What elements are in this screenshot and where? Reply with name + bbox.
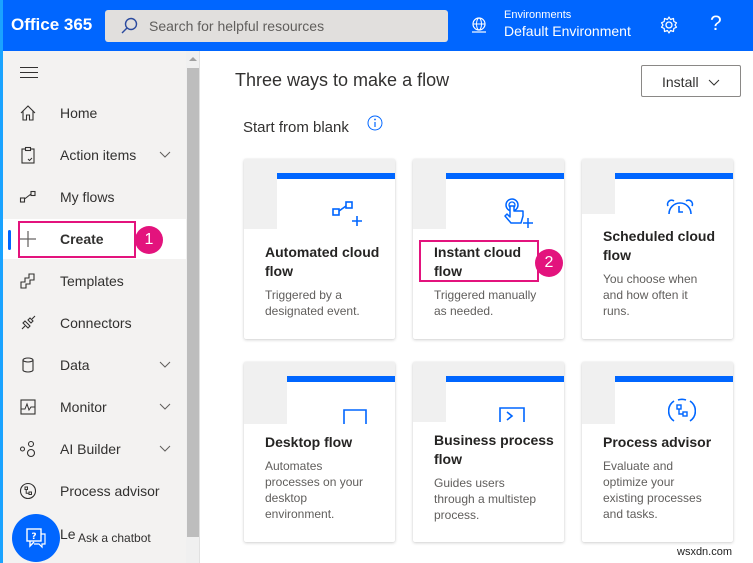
chatbot-label: Ask a chatbot (78, 531, 151, 545)
globe-icon[interactable] (470, 16, 488, 34)
page-title: Three ways to make a flow (235, 70, 450, 90)
sidebar-item-label: Home (60, 105, 98, 121)
sidebar: Home Action items My flows Create Templa… (3, 51, 186, 563)
process-advisor-icon (19, 482, 37, 500)
sidebar-item-my-flows[interactable]: My flows (3, 177, 186, 217)
card-automated-cloud-flow[interactable]: Automated cloud flow Triggered by a design… (244, 159, 395, 339)
sidebar-item-label: AI Builder (60, 441, 121, 457)
step1-badge: 1 (135, 226, 163, 254)
sidebar-item-process-advisor[interactable]: Process advisor (3, 471, 186, 511)
active-indicator (8, 230, 11, 250)
environment-selector[interactable]: Default Environment (504, 23, 631, 39)
sidebar-item-label: Process advisor (60, 483, 160, 499)
chevron-down-icon[interactable] (159, 400, 171, 412)
sidebar-item-label: My flows (60, 189, 115, 205)
flow-icon (19, 190, 36, 203)
sidebar-item-label: Data (60, 357, 90, 373)
card-process-advisor[interactable]: Process advisor Evaluate and optimize you… (582, 362, 733, 542)
card-title: Business process flow (434, 432, 554, 467)
top-bar: Office 365 Search for helpful resources … (0, 0, 753, 563)
chevron-down-icon[interactable] (159, 148, 171, 160)
app: Office 365 Search for helpful resources … (0, 0, 753, 563)
card-description: Evaluate and optimize your existing proces… (603, 459, 702, 521)
sidebar-item-label: Templates (60, 273, 124, 289)
business-process-icon (499, 407, 525, 422)
card-description: Automates processes on your desktop environ… (265, 459, 364, 521)
help-icon[interactable]: ? (710, 12, 722, 36)
sidebar-scrollbar[interactable] (186, 51, 200, 563)
card-description: Guides users through a multistep process. (434, 476, 537, 522)
step2-badge: 2 (535, 249, 563, 277)
info-icon[interactable] (367, 115, 383, 131)
gear-icon[interactable] (659, 15, 679, 35)
card-title: Desktop flow (265, 434, 353, 450)
chatbot-icon: ? (26, 528, 46, 549)
brand-logo[interactable]: Office 365 (11, 15, 92, 35)
card-title: Process advisor (603, 434, 712, 450)
window-edge (0, 0, 3, 563)
monitor-icon (20, 399, 36, 415)
svg-text:?: ? (31, 532, 36, 542)
sidebar-item-monitor[interactable]: Monitor (3, 387, 186, 427)
connector-icon (21, 315, 36, 330)
environment-label: Environments (504, 9, 572, 21)
database-icon (22, 357, 34, 373)
watermark: wsxdn.com (677, 546, 733, 558)
card-business-process-flow[interactable]: Business process flow Guides users through… (413, 362, 564, 542)
chevron-down-icon[interactable] (159, 358, 171, 370)
sidebar-item-label: Connectors (60, 315, 132, 331)
card-description: Triggered manually as needed. (434, 288, 537, 318)
sidebar-item-action-items[interactable]: Action items (3, 135, 186, 175)
alarm-clock-icon (666, 199, 694, 214)
chevron-down-icon[interactable] (159, 442, 171, 454)
chevron-down-icon (708, 79, 720, 86)
sidebar-item-label: Action items (60, 147, 137, 163)
sidebar-item-templates[interactable]: Templates (3, 261, 186, 301)
chatbot-button[interactable]: ? (12, 514, 60, 562)
sidebar-item-label: Monitor (60, 399, 107, 415)
scroll-up-arrow-icon[interactable] (189, 57, 197, 61)
search-box[interactable]: Search for helpful resources (105, 10, 448, 42)
card-title: Automated cloud flow (265, 244, 380, 279)
sidebar-item-data[interactable]: Data (3, 345, 186, 385)
card-desktop-flow[interactable]: Desktop flow Automates processes on your d… (244, 362, 395, 542)
hamburger-menu-icon[interactable] (20, 67, 38, 79)
card-scheduled-cloud-flow[interactable]: Scheduled cloud flow You choose when and h… (582, 159, 733, 339)
card-description: You choose when and how often it runs. (603, 272, 698, 318)
sidebar-item-home[interactable]: Home (3, 93, 186, 133)
scrollbar-thumb[interactable] (187, 68, 199, 537)
automated-flow-icon (332, 201, 362, 226)
section-title: Start from blank (243, 119, 349, 136)
install-button-label: Install (662, 74, 699, 90)
process-advisor-icon (668, 398, 696, 422)
card-title: Scheduled cloud flow (603, 228, 716, 263)
search-placeholder: Search for helpful resources (149, 18, 325, 34)
sidebar-item-learn-partial[interactable]: Le (60, 526, 76, 542)
step2-highlight (419, 240, 539, 282)
desktop-icon (343, 409, 367, 424)
card-description: Triggered by a designated event. (265, 288, 360, 318)
clipboard-icon (21, 146, 35, 164)
sidebar-item-ai-builder[interactable]: AI Builder (3, 429, 186, 469)
search-icon (121, 17, 138, 34)
ai-builder-icon (19, 440, 36, 458)
templates-icon (20, 273, 35, 289)
sidebar-item-connectors[interactable]: Connectors (3, 303, 186, 343)
step1-highlight (18, 221, 136, 258)
home-icon (20, 105, 36, 121)
install-button[interactable]: Install (641, 65, 741, 97)
touch-icon (504, 198, 533, 228)
